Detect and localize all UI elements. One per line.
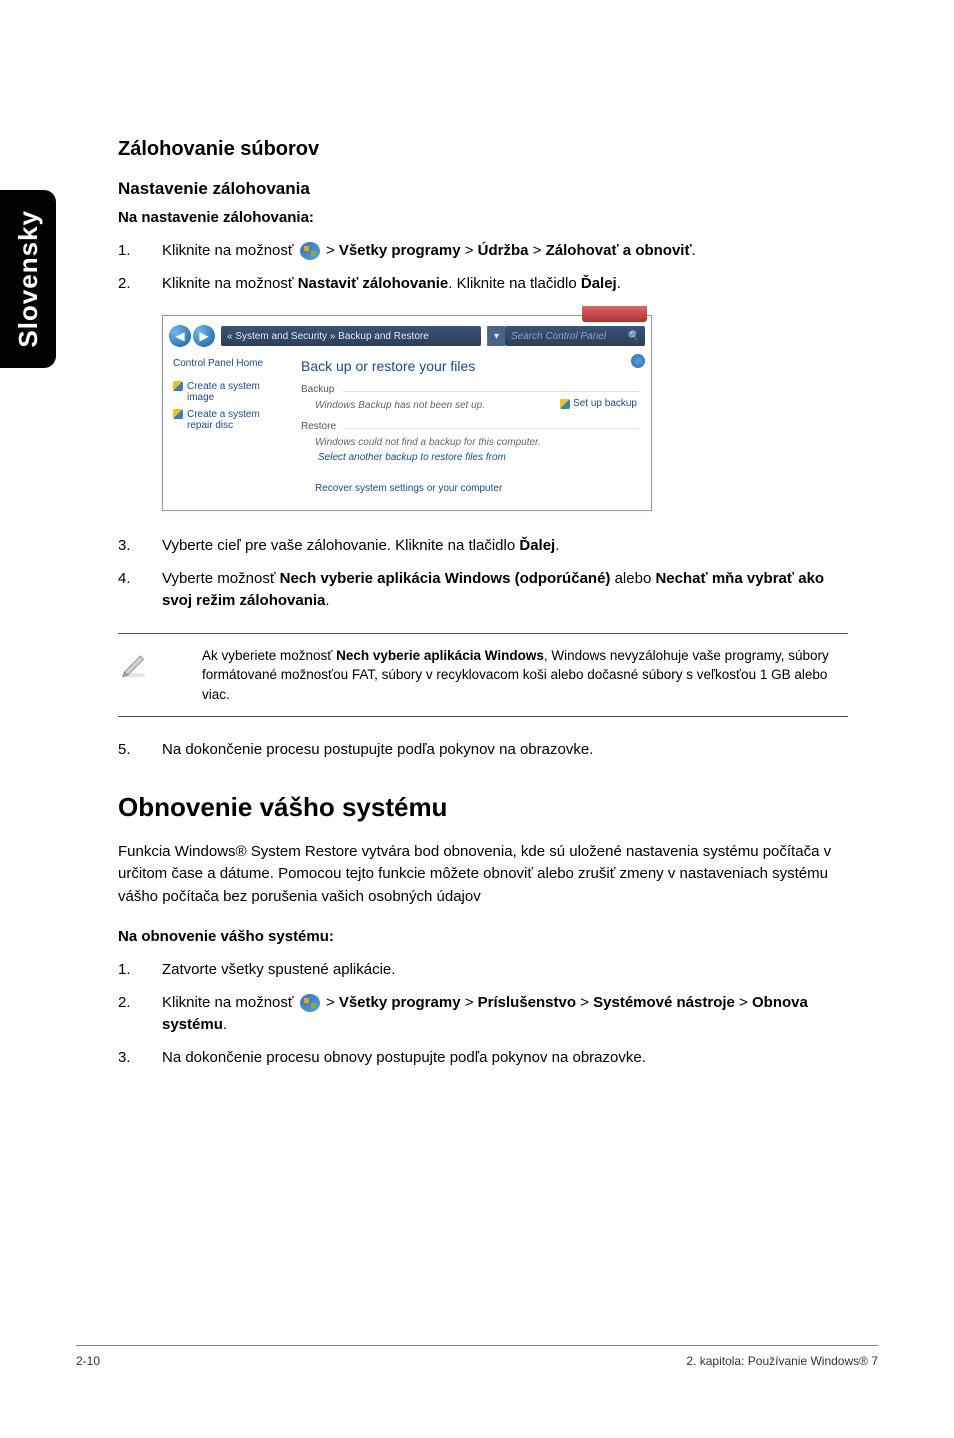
step-text: Na dokončenie procesu postupujte podľa p… [162, 739, 848, 762]
recover-system-link[interactable]: Recover system settings or your computer [301, 483, 639, 494]
nav-back-button[interactable]: ◀ [169, 325, 191, 347]
nav-buttons-group: ◀ ▶ [169, 325, 215, 347]
windows-start-icon [300, 242, 320, 260]
window-sidebar: Control Panel Home Create a system image… [163, 350, 293, 510]
step-number: 5. [118, 739, 162, 762]
step-text: Kliknite na možnosť > Všetky programy > … [162, 992, 848, 1037]
backup-window-screenshot: ◀ ▶ « System and Security » Backup and R… [162, 315, 652, 511]
windows-start-icon [300, 994, 320, 1012]
section-subtitle: Nastavenie zálohovania [118, 179, 848, 199]
create-system-image-link[interactable]: Create a system image [173, 381, 283, 403]
select-another-backup-link[interactable]: Select another backup to restore files f… [315, 452, 639, 463]
shield-icon [560, 399, 570, 409]
note-block: Ak vyberiete možnosť Nech vyberie apliká… [118, 633, 848, 718]
step-text: Na dokončenie procesu obnovy postupujte … [162, 1047, 848, 1070]
page-footer: 2-10 2. kapitola: Používanie Windows® 7 [76, 1345, 878, 1368]
step-item: 3. Na dokončenie procesu obnovy postupuj… [118, 1047, 848, 1070]
window-body: Control Panel Home Create a system image… [163, 350, 651, 510]
page-content: Zálohovanie súborov Nastavenie zálohovan… [118, 138, 848, 1089]
steps-list-4: 1. Zatvorte všetky spustené aplikácie. 2… [118, 959, 848, 1069]
section-instruction: Na nastavenie zálohovania: [118, 209, 848, 226]
page-number: 2-10 [76, 1354, 100, 1368]
step-number: 3. [118, 1047, 162, 1070]
restore-section-body: Windows could not find a backup for this… [301, 435, 639, 473]
step-number: 2. [118, 273, 162, 296]
step-text: Vyberte možnosť Nech vyberie aplikácia W… [162, 568, 848, 613]
control-panel-home-link[interactable]: Control Panel Home [173, 358, 283, 369]
search-icon: 🔍 [627, 331, 639, 342]
step-text: Zatvorte všetky spustené aplikácie. [162, 959, 848, 982]
step-text: Kliknite na možnosť Nastaviť zálohovanie… [162, 273, 848, 296]
address-breadcrumb[interactable]: « System and Security » Backup and Resto… [221, 326, 481, 346]
breadcrumb-dropdown[interactable]: ▾ [487, 326, 505, 346]
step-item: 1. Zatvorte všetky spustené aplikácie. [118, 959, 848, 982]
step-item: 3. Vyberte cieľ pre vaše zálohovanie. Kl… [118, 535, 848, 558]
step-item: 2. Kliknite na možnosť Nastaviť zálohova… [118, 273, 848, 296]
step-item: 5. Na dokončenie procesu postupujte podľ… [118, 739, 848, 762]
step-number: 1. [118, 959, 162, 982]
step-number: 4. [118, 568, 162, 613]
steps-list-3: 5. Na dokončenie procesu postupujte podľ… [118, 739, 848, 762]
backup-section-label: Backup [301, 384, 639, 395]
restore-section-label: Restore [301, 421, 639, 432]
step-item: 2. Kliknite na možnosť > Všetky programy… [118, 992, 848, 1037]
restore-instruction: Na obnovenie vášho systému: [118, 928, 848, 945]
steps-list-2: 3. Vyberte cieľ pre vaše zálohovanie. Kl… [118, 535, 848, 613]
note-pencil-icon [118, 646, 162, 705]
step-text: Vyberte cieľ pre vaše zálohovanie. Klikn… [162, 535, 848, 558]
setup-backup-link[interactable]: Set up backup [560, 398, 637, 409]
steps-list-1: 1. Kliknite na možnosť > Všetky programy… [118, 240, 848, 295]
main-panel-title: Back up or restore your files [301, 358, 639, 374]
search-input[interactable]: Search Control Panel 🔍 [505, 326, 645, 346]
note-text: Ak vyberiete možnosť Nech vyberie apliká… [162, 646, 848, 705]
nav-forward-button[interactable]: ▶ [193, 325, 215, 347]
search-placeholder: Search Control Panel [511, 331, 606, 342]
side-language-tab: Slovensky [0, 190, 56, 368]
step-item: 1. Kliknite na možnosť > Všetky programy… [118, 240, 848, 263]
step-number: 2. [118, 992, 162, 1037]
window-navbar: ◀ ▶ « System and Security » Backup and R… [163, 322, 651, 350]
shield-icon [173, 381, 183, 391]
restore-paragraph: Funkcia Windows® System Restore vytvára … [118, 841, 848, 909]
restore-section-title: Obnovenie vášho systému [118, 792, 848, 823]
shield-icon [173, 409, 183, 419]
create-repair-disc-link[interactable]: Create a system repair disc [173, 409, 283, 431]
chapter-label: 2. kapitola: Používanie Windows® 7 [686, 1354, 878, 1368]
step-item: 4. Vyberte možnosť Nech vyberie aplikáci… [118, 568, 848, 613]
window-control-buttons[interactable] [582, 306, 647, 322]
section-title: Zálohovanie súborov [118, 138, 848, 161]
help-icon[interactable] [631, 354, 645, 368]
step-text: Kliknite na možnosť > Všetky programy > … [162, 240, 848, 263]
side-language-label: Slovensky [13, 210, 44, 348]
window-main-panel: Back up or restore your files Backup Win… [293, 350, 651, 510]
breadcrumb-text: « System and Security » Backup and Resto… [227, 331, 429, 342]
step-number: 3. [118, 535, 162, 558]
restore-status-text: Windows could not find a backup for this… [315, 437, 639, 448]
step-number: 1. [118, 240, 162, 263]
